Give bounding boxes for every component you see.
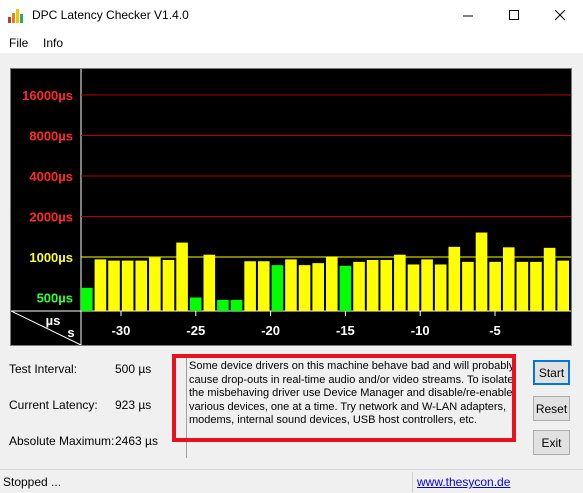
x-tick-label: -25: [186, 323, 205, 338]
absolute-maximum-label: Absolute Maximum:: [9, 434, 115, 448]
maximize-button[interactable]: [491, 0, 537, 31]
latency-chart: 16000µs 8000µs 4000µs 2000µs 1000µs 500µs µss -…: [10, 69, 571, 346]
latency-bar: [298, 265, 311, 311]
latency-bar: [217, 299, 229, 311]
latency-bar: [489, 261, 501, 311]
latency-bar: [244, 261, 256, 311]
start-button[interactable]: Start: [533, 360, 570, 385]
menu-bar: File Info: [0, 31, 583, 53]
x-tick-label: -15: [336, 323, 355, 338]
latency-graph: 16000µs 8000µs 4000µs 2000µs 1000µs 500µs µs s -…: [10, 68, 572, 346]
minimize-icon: [462, 15, 473, 17]
latency-bar: [162, 259, 175, 311]
latency-bar: [257, 261, 270, 311]
x-tick-label: -20: [261, 323, 280, 338]
latency-bar: [285, 259, 297, 311]
status-separator: [412, 472, 413, 492]
highlight-box: [172, 354, 516, 442]
latency-bar: [339, 265, 352, 311]
y-tick-label: 500µs: [37, 291, 73, 306]
x-unit-label: s: [67, 325, 74, 340]
latency-bar: [380, 259, 393, 311]
app-window: DPC Latency Checker V1.4.0 File Info 160…: [0, 0, 583, 493]
y-tick-label: 8000µs: [29, 129, 73, 144]
latency-bar: [230, 299, 243, 311]
latency-bar: [462, 261, 474, 311]
latency-bar: [312, 263, 324, 311]
x-tick-label: -30: [112, 323, 131, 338]
maximize-icon: [508, 10, 519, 20]
latency-bar: [94, 259, 107, 311]
reset-button[interactable]: Reset: [533, 396, 570, 421]
close-button[interactable]: [537, 0, 583, 31]
app-bars-icon: [8, 9, 23, 23]
latency-bar: [407, 264, 420, 311]
latency-bar: [149, 257, 161, 311]
latency-bar: [543, 247, 556, 311]
latency-bar: [394, 254, 406, 311]
status-text: Stopped ...: [3, 475, 62, 489]
y-tick-label: 4000µs: [29, 169, 73, 184]
latency-bar: [502, 247, 515, 311]
latency-bar: [557, 260, 569, 311]
title-bar[interactable]: DPC Latency Checker V1.4.0: [0, 0, 583, 31]
latency-bar: [108, 260, 120, 311]
latency-bar: [81, 287, 93, 311]
status-bar: Stopped ... www.thesycon.de: [0, 469, 583, 493]
latency-bar: [448, 246, 461, 311]
latency-bar: [421, 259, 433, 311]
latency-bar: [189, 297, 202, 311]
x-tick-label: -10: [411, 323, 430, 338]
test-interval-label: Test Interval:: [9, 362, 78, 376]
latency-bar: [203, 254, 216, 311]
x-tick-label: -5: [489, 323, 501, 338]
y-tick-label: 16000µs: [22, 88, 73, 103]
latency-bar: [434, 264, 447, 311]
y-tick-label: 1000µs: [29, 250, 73, 265]
latency-bar: [271, 265, 284, 311]
latency-bar: [121, 260, 134, 311]
latency-bar: [475, 232, 488, 311]
latency-bar: [135, 260, 148, 311]
latency-bar: [353, 261, 365, 311]
y-unit-label: µs: [46, 313, 61, 328]
latency-bar: [326, 256, 338, 311]
test-interval-value: 500 µs: [115, 362, 152, 376]
minimize-button[interactable]: [445, 0, 491, 31]
absolute-maximum-value: 2463 µs: [115, 434, 158, 448]
menu-info[interactable]: Info: [43, 36, 63, 50]
y-tick-label: 2000µs: [29, 210, 73, 225]
menu-file[interactable]: File: [9, 36, 28, 50]
current-latency-value: 923 µs: [115, 398, 152, 412]
exit-button[interactable]: Exit: [533, 430, 570, 455]
close-icon: [554, 10, 565, 21]
website-link[interactable]: www.thesycon.de: [417, 475, 510, 489]
latency-bar: [530, 261, 542, 311]
latency-bar: [366, 259, 379, 311]
current-latency-label: Current Latency:: [9, 398, 98, 412]
latency-bar: [516, 261, 529, 311]
latency-bar: [176, 242, 188, 311]
window-title: DPC Latency Checker V1.4.0: [32, 8, 189, 22]
